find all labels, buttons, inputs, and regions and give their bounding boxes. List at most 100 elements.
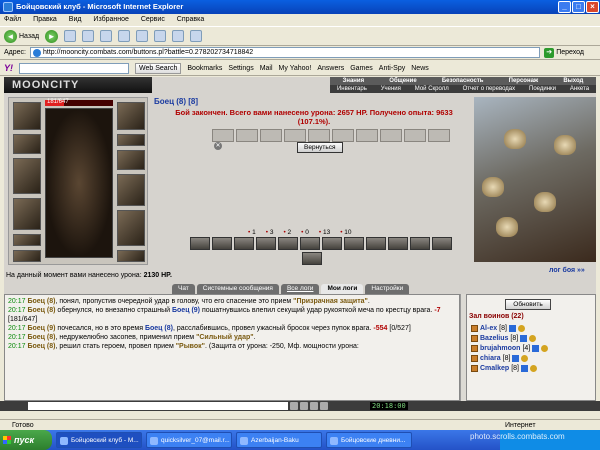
bookmarks-button[interactable]: Bookmarks [187, 65, 222, 72]
chat-author[interactable]: Боец (9) [27, 325, 55, 332]
chat-author[interactable]: Боец (8) [145, 325, 173, 332]
menu-favorites[interactable]: Избранное [93, 16, 128, 23]
menu-tools[interactable]: Сервис [141, 16, 165, 23]
player-item[interactable]: Bazelius [8] [471, 333, 593, 343]
nav-security[interactable]: Безопасность [442, 77, 484, 85]
skill-button[interactable] [410, 237, 430, 250]
menu-view[interactable]: Вид [69, 16, 82, 23]
antispy-button[interactable]: Anti-Spy [379, 65, 405, 72]
info-icon[interactable] [532, 344, 540, 352]
tab-system[interactable]: Системные сообщения [196, 284, 279, 294]
close-button[interactable]: × [586, 1, 599, 13]
mail-icon[interactable] [172, 30, 185, 42]
skill-button[interactable] [302, 252, 322, 265]
gloves-slot[interactable] [117, 150, 145, 170]
skill-button[interactable] [278, 237, 298, 250]
mail-button[interactable]: Mail [260, 65, 273, 72]
skill-button[interactable] [344, 237, 364, 250]
skill-button[interactable] [432, 237, 452, 250]
skill-button[interactable] [300, 237, 320, 250]
nav-knowledge[interactable]: Знания [343, 77, 365, 85]
fighter-name[interactable]: Боец (8) [8] [154, 97, 474, 106]
yahoo-logo[interactable]: Y! [4, 63, 13, 73]
news-button[interactable]: News [411, 65, 429, 72]
boots-slot[interactable] [117, 210, 145, 246]
player-name[interactable]: Cmalkep [480, 365, 509, 372]
task-item[interactable]: Бойцовские дневни... [326, 432, 412, 448]
start-button[interactable]: пуск [0, 430, 52, 450]
page-scrollbar[interactable] [596, 77, 600, 401]
private-icon[interactable] [471, 344, 478, 352]
favorites-icon[interactable] [136, 30, 149, 42]
bracers-slot[interactable] [13, 134, 41, 154]
tab-my-logs[interactable]: Мои логи [321, 284, 364, 294]
nav-communication[interactable]: Общение [389, 77, 416, 85]
skill-button[interactable] [388, 237, 408, 250]
player-item[interactable]: chiara [8] [471, 353, 593, 363]
info-icon[interactable] [520, 334, 528, 342]
web-search-button[interactable]: Web Search [135, 62, 182, 74]
nav-inventory[interactable]: Инвентарь [337, 85, 367, 93]
nav-my-scroll[interactable]: Мой Скролл [415, 85, 449, 93]
menu-help[interactable]: Справка [177, 16, 204, 23]
action-cell[interactable] [404, 129, 426, 142]
chat-input[interactable] [28, 402, 288, 410]
cancel-icon[interactable]: ✕ [214, 142, 222, 150]
info-icon[interactable] [520, 364, 528, 372]
chat-author[interactable]: Боец (8) [27, 307, 55, 314]
task-item[interactable]: quicksilver_07@mail.r... [146, 432, 232, 448]
tab-chat[interactable]: Чат [172, 284, 195, 294]
address-input[interactable]: http://mooncity.combats.com/buttons.pl?b… [29, 47, 541, 58]
belt-slot[interactable] [13, 234, 41, 246]
clear-icon[interactable] [310, 402, 318, 410]
action-cell[interactable] [356, 129, 378, 142]
yahoo-search-input[interactable] [19, 62, 129, 74]
action-cell[interactable] [332, 129, 354, 142]
home-icon[interactable] [100, 30, 113, 42]
smile-icon[interactable] [300, 402, 308, 410]
chat-author[interactable]: Боец (8) [27, 343, 55, 350]
nav-profile[interactable]: Анкета [570, 85, 589, 93]
skill-button[interactable] [366, 237, 386, 250]
nav-duels[interactable]: Поединки [529, 85, 556, 93]
task-item[interactable]: Бойцовский клуб - M... [56, 432, 142, 448]
skill-button[interactable] [256, 237, 276, 250]
player-item[interactable]: Al-ex [8] [471, 323, 593, 333]
back-button[interactable]: ◄ Назад [4, 29, 39, 43]
history-icon[interactable] [154, 30, 167, 42]
chat-author[interactable]: Боец (9) [172, 307, 200, 314]
shield-slot[interactable] [117, 174, 145, 206]
nav-character[interactable]: Персонаж [509, 77, 539, 85]
action-cell[interactable] [284, 129, 306, 142]
private-icon[interactable] [471, 324, 478, 332]
private-icon[interactable] [471, 334, 478, 342]
my-yahoo-button[interactable]: My Yahoo! [279, 65, 312, 72]
action-cell[interactable] [380, 129, 402, 142]
chat-author[interactable]: Боец (8) [27, 334, 55, 341]
player-item[interactable]: Cmalkep [8] [471, 363, 593, 373]
skill-button[interactable] [322, 237, 342, 250]
armor-slot[interactable] [13, 198, 41, 230]
rings-slot[interactable] [117, 134, 145, 146]
task-item[interactable]: Azerbaijan-Baku [236, 432, 322, 448]
answers-button[interactable]: Answers [317, 65, 344, 72]
player-item[interactable]: brujahmoon [4] [471, 343, 593, 353]
games-button[interactable]: Games [350, 65, 373, 72]
refresh-icon[interactable] [82, 30, 95, 42]
maximize-button[interactable]: □ [572, 1, 585, 13]
helmet-slot[interactable] [13, 102, 41, 130]
go-button[interactable]: ➔ Переход [544, 47, 596, 58]
settings-button[interactable]: Settings [228, 65, 253, 72]
player-name[interactable]: chiara [480, 355, 501, 362]
print-icon[interactable] [190, 30, 203, 42]
refresh-button[interactable]: Обновить [505, 299, 551, 310]
nav-training[interactable]: Учения [381, 85, 401, 93]
action-cell[interactable] [428, 129, 450, 142]
search-icon[interactable] [118, 30, 131, 42]
skill-button[interactable] [212, 237, 232, 250]
info-icon[interactable] [508, 324, 516, 332]
extra-slot[interactable] [117, 250, 145, 262]
private-icon[interactable] [471, 354, 478, 362]
player-name[interactable]: brujahmoon [480, 345, 520, 352]
skill-button[interactable] [190, 237, 210, 250]
